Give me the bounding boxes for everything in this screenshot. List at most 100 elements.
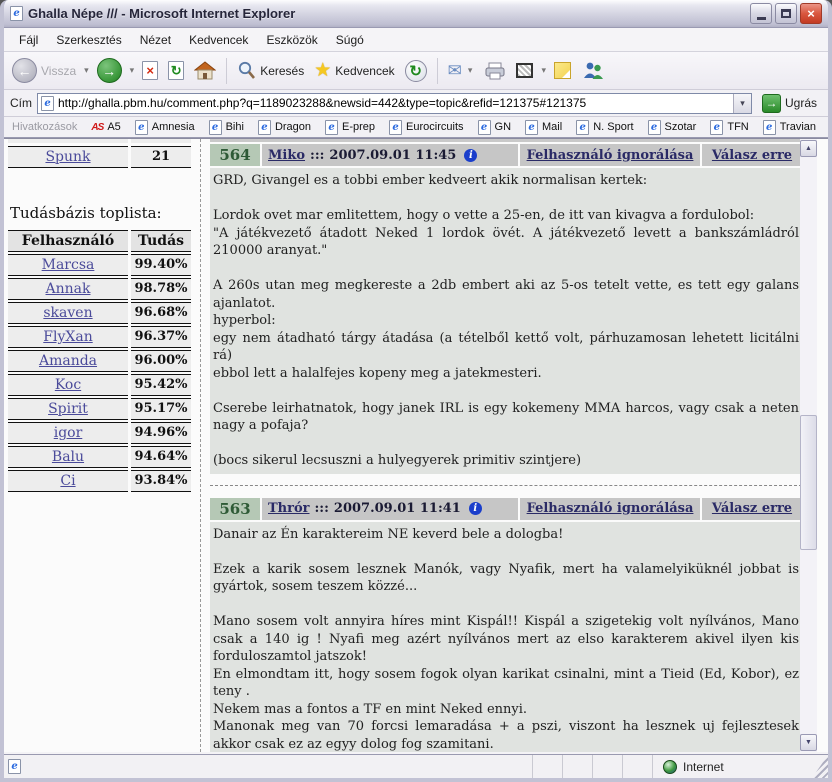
menu-item[interactable]: Szerkesztés [47, 30, 130, 50]
toplist-rows: Marcsa 99.40% Annak 98.78% skaven 96.68% [8, 254, 194, 492]
links-bar-item[interactable]: e GN [478, 120, 512, 135]
table-row-partial [8, 139, 194, 143]
menu-item[interactable]: Súgó [327, 30, 373, 50]
minimize-icon [757, 17, 766, 20]
user-link[interactable]: Spirit [48, 401, 88, 417]
user-link[interactable]: Annak [46, 281, 91, 297]
menu-item[interactable]: Eszközök [257, 30, 326, 50]
links-bar-item-a5[interactable]: AS A5 [91, 121, 120, 133]
print-icon [484, 62, 506, 80]
favorites-label: Kedvencek [335, 64, 394, 78]
address-input[interactable]: e http://ghalla.pbm.hu/comment.php?q=118… [37, 93, 752, 114]
search-icon [237, 61, 256, 80]
ie-window-icon: e [10, 6, 23, 21]
stop-button[interactable]: × [138, 59, 162, 82]
links-bar-item[interactable]: e Dragon [258, 120, 311, 135]
maximize-button[interactable] [775, 3, 797, 24]
ignore-user-link[interactable]: Felhasználó ignorálása [527, 148, 694, 163]
ie-favicon-icon: e [209, 120, 222, 135]
user-link[interactable]: Amanda [39, 353, 97, 369]
history-icon: ↻ [405, 60, 427, 82]
edit-icon [516, 63, 533, 78]
search-button[interactable]: Keresés [233, 59, 308, 82]
links-bar-item[interactable]: e TFN [710, 120, 748, 135]
toolbar-separator [226, 58, 227, 84]
post-header-563: 563 Thrór ::: 2007.09.01 11:41 i Felhasz… [210, 498, 802, 520]
go-button[interactable]: → Ugrás [757, 93, 822, 114]
ie-favicon-icon: e [576, 120, 589, 135]
reply-link[interactable]: Válasz erre [712, 501, 792, 516]
user-link[interactable]: Balu [52, 449, 84, 465]
links-bar-item[interactable]: e E-prep [325, 120, 375, 135]
status-panel [592, 755, 622, 778]
author-link[interactable]: Thrór [268, 501, 310, 516]
forward-icon: → [97, 58, 122, 83]
user-link[interactable]: FlyXan [43, 329, 92, 345]
window-title: Ghalla Népe /// - Microsoft Internet Exp… [28, 6, 747, 21]
history-button[interactable]: ↻ [401, 58, 431, 84]
forward-dropdown[interactable]: ▾ [128, 65, 137, 76]
ie-favicon-icon: e [325, 120, 338, 135]
user-link[interactable]: Spunk [45, 149, 90, 165]
reply-link[interactable]: Válasz erre [712, 148, 792, 163]
close-button[interactable]: × [800, 3, 822, 24]
info-icon[interactable]: i [464, 149, 477, 162]
menu-item[interactable]: Nézet [131, 30, 180, 50]
edit-dropdown[interactable]: ▾ [539, 65, 548, 76]
edit-button[interactable] [512, 61, 537, 80]
refresh-button[interactable]: ↻ [164, 59, 188, 82]
address-dropdown-button[interactable]: ▾ [733, 94, 751, 113]
info-icon[interactable]: i [469, 502, 482, 515]
user-link[interactable]: skaven [43, 305, 92, 321]
user-link[interactable]: Ci [60, 473, 75, 489]
page-content: Spunk 21 Tudásbázis toplista: Felhasznál… [4, 138, 828, 752]
favorites-star-icon: ★ [314, 61, 331, 80]
knowledge-value: 99.40% [131, 254, 191, 276]
user-link[interactable]: Koc [55, 377, 81, 393]
links-bar-item[interactable]: e Bihi [209, 120, 244, 135]
post-divider [210, 485, 802, 486]
toolbar: ← Vissza ▾ → ▾ × ↻ Keresés [4, 52, 828, 90]
back-dropdown[interactable]: ▾ [82, 65, 91, 76]
maximize-icon [781, 9, 791, 18]
search-label: Keresés [260, 64, 304, 78]
favorites-button[interactable]: ★ Kedvencek [310, 59, 398, 82]
links-bar-item[interactable]: e N. Sport [576, 120, 633, 135]
messenger-button[interactable] [577, 59, 609, 82]
back-label: Vissza [41, 64, 76, 78]
links-bar-item[interactable]: e Eurocircuits [389, 120, 463, 135]
ignore-user-link[interactable]: Felhasználó ignorálása [527, 501, 694, 516]
link-label: TFN [727, 121, 748, 133]
links-bar-item[interactable]: e Travian [763, 120, 816, 135]
user-link[interactable]: igor [54, 425, 83, 441]
knowledge-value: 96.37% [131, 326, 191, 348]
post-number: 563 [210, 498, 260, 520]
knowledge-value: 98.78% [131, 278, 191, 300]
links-bar-list: e Amnesia e Bihi e Dragon e E-prep [135, 120, 816, 135]
user-link[interactable]: Marcsa [42, 257, 95, 273]
vertical-scrollbar[interactable]: ▲ ▼ [800, 139, 817, 752]
scroll-down-button[interactable]: ▼ [800, 734, 817, 751]
print-button[interactable] [480, 60, 510, 82]
stop-icon: × [142, 61, 158, 80]
zone-label: Internet [683, 760, 724, 774]
scrollbar-thumb[interactable] [800, 415, 817, 550]
author-link[interactable]: Miko [268, 148, 305, 163]
back-button[interactable]: ← Vissza [8, 56, 80, 85]
links-bar-item[interactable]: e Mail [525, 120, 562, 135]
table-row: Amanda 96.00% [8, 350, 194, 372]
forward-button[interactable]: → [93, 56, 126, 85]
user-value: 21 [131, 146, 191, 168]
resize-grip[interactable] [812, 755, 828, 778]
scroll-up-button[interactable]: ▲ [800, 140, 817, 157]
menu-item[interactable]: Kedvencek [180, 30, 257, 50]
mail-button[interactable]: ✉ ▾ [444, 60, 479, 81]
links-bar-item[interactable]: e Amnesia [135, 120, 195, 135]
address-label: Cím [10, 96, 32, 110]
discuss-button[interactable] [550, 60, 575, 81]
links-bar-item[interactable]: e Szotar [648, 120, 697, 135]
menu-item[interactable]: Fájl [10, 30, 47, 50]
home-button[interactable] [190, 59, 220, 82]
post-author-cell: Miko ::: 2007.09.01 11:45 i [262, 144, 518, 166]
minimize-button[interactable] [750, 3, 772, 24]
